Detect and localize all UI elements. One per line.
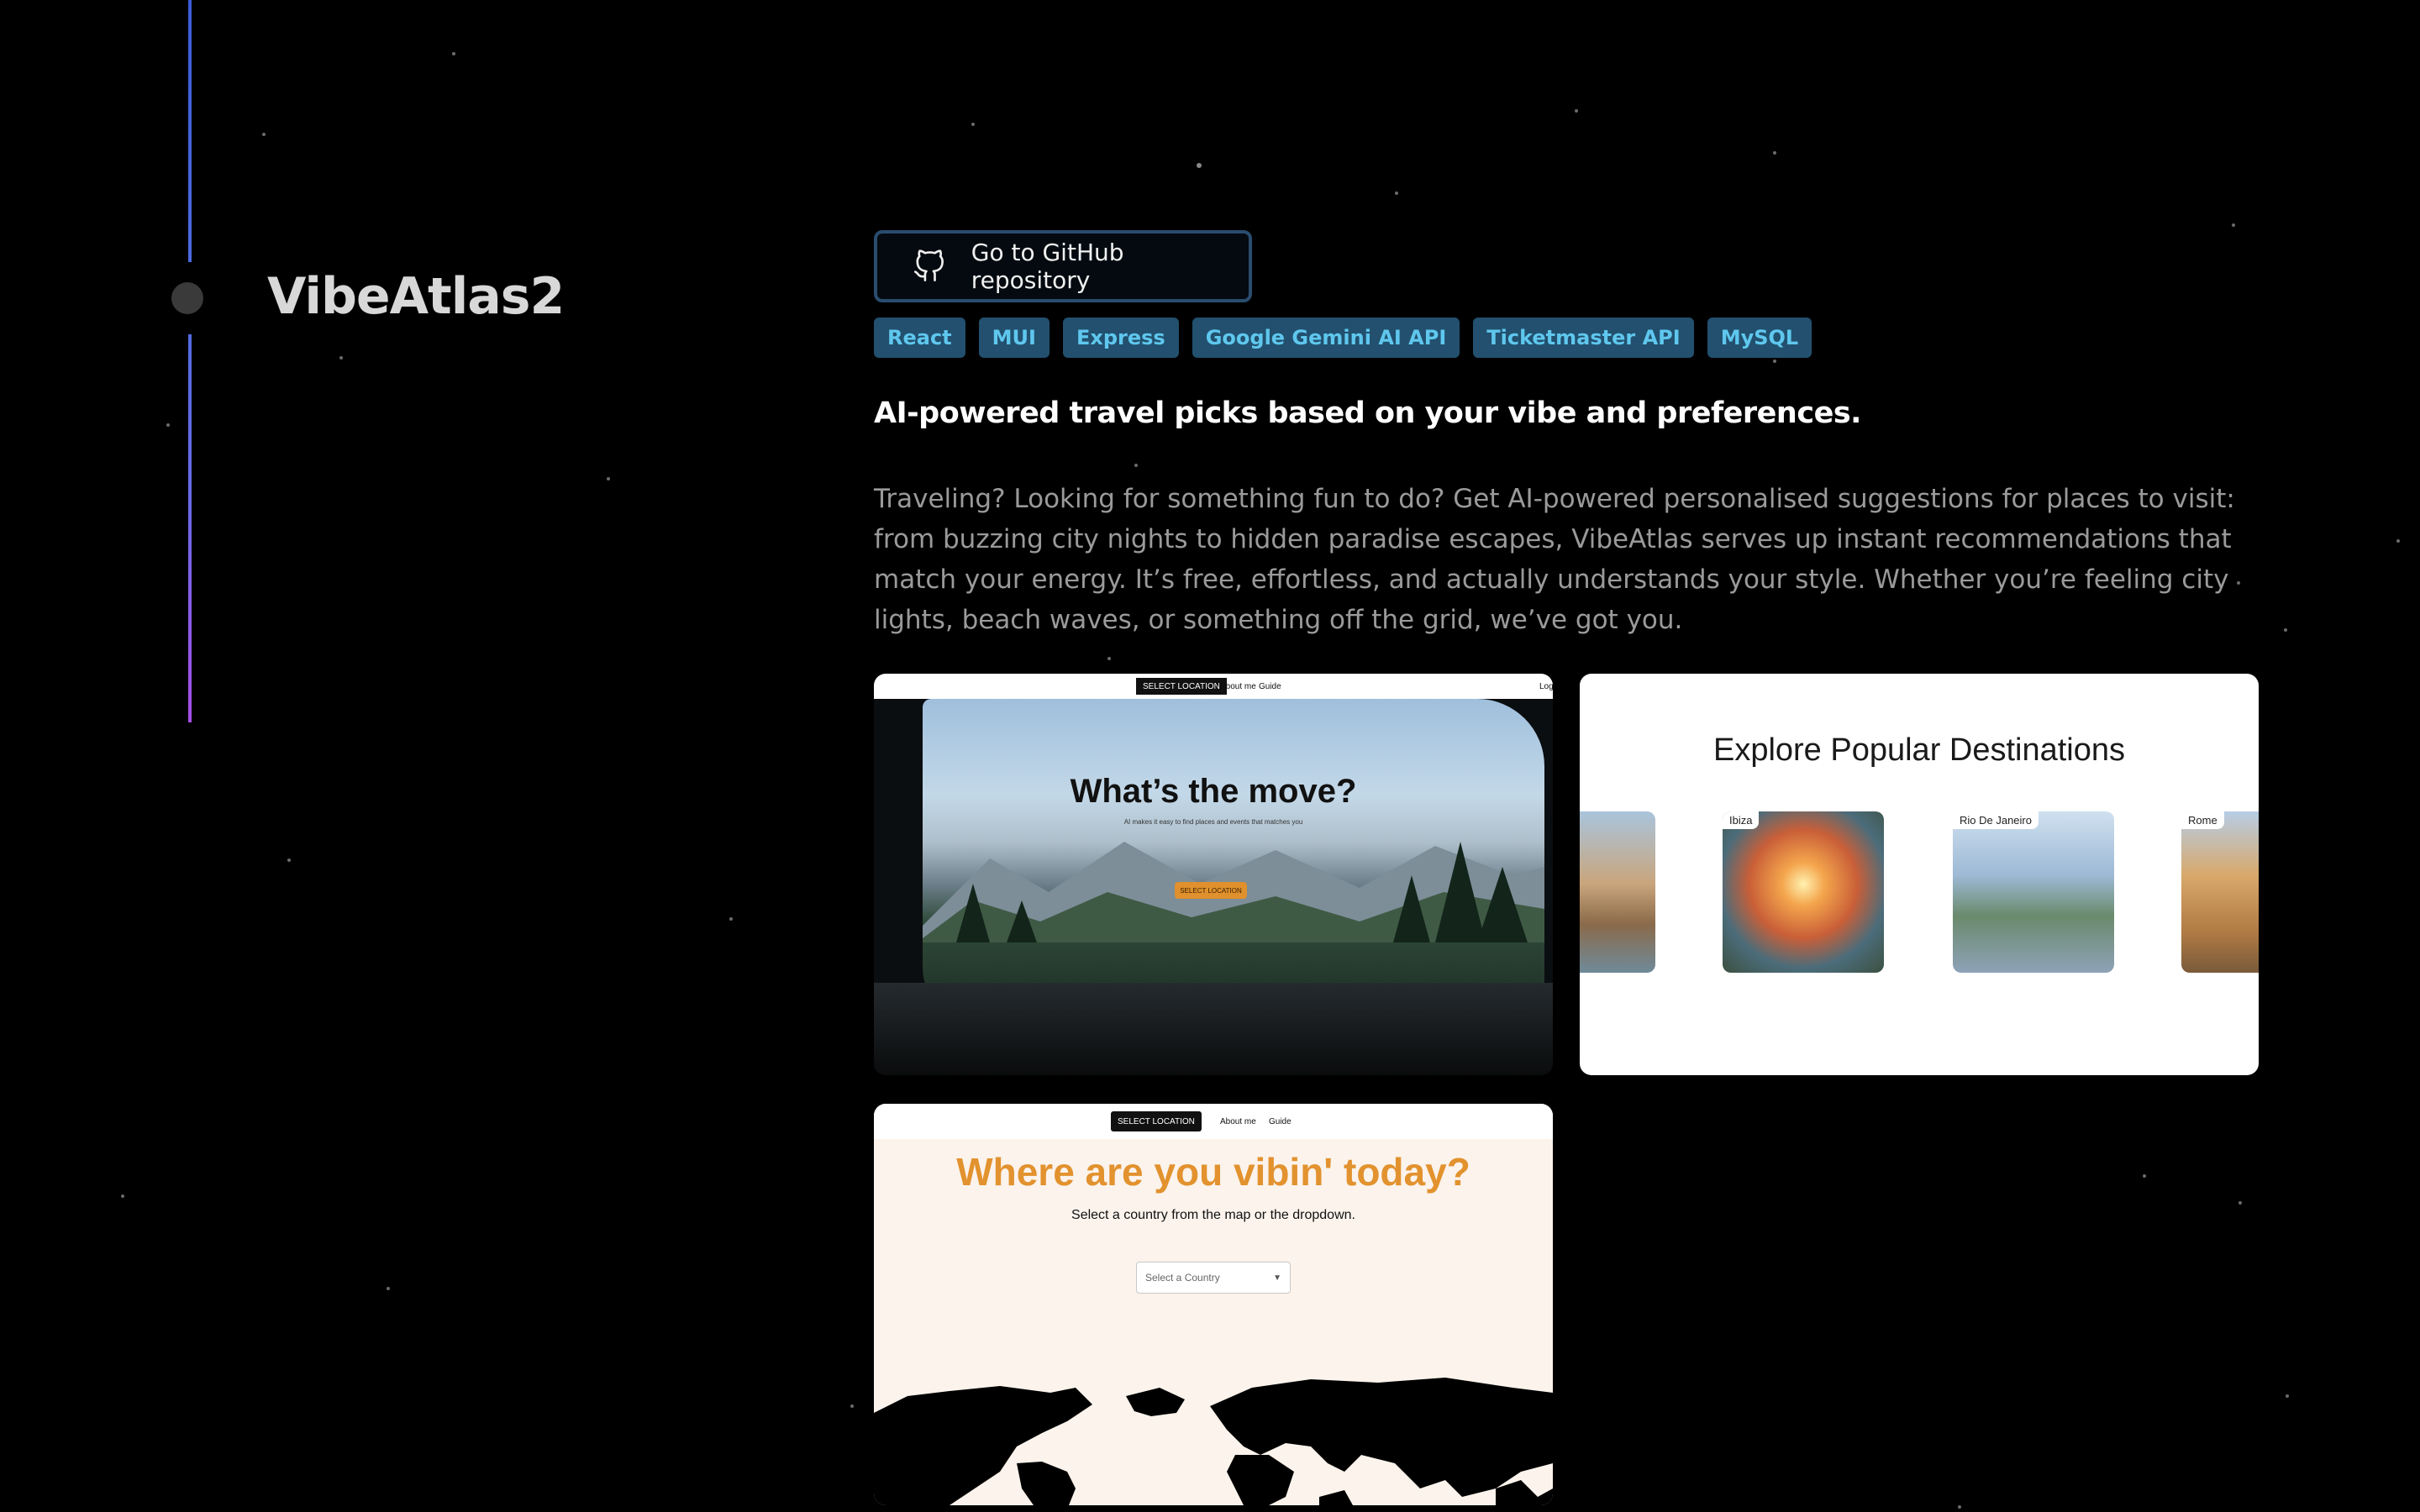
destinations-title: Explore Popular Destinations: [1712, 732, 2126, 768]
vibin-headline: Where are you vibin' today?: [956, 1150, 1470, 1194]
destination-label-rio: Rio De Janeiro: [1953, 811, 2039, 829]
tag-ticketmaster: Ticketmaster API: [1473, 318, 1694, 358]
country-select: Select a Country ▼: [1136, 1262, 1291, 1294]
country-select-placeholder: Select a Country: [1145, 1272, 1220, 1284]
github-icon: [913, 249, 944, 281]
screenshot-destinations[interactable]: Explore Popular Destinations Ibiza Rio D…: [1580, 674, 2259, 1075]
project-description: Traveling? Looking for something fun to …: [874, 484, 2235, 635]
destination-label-rome: Rome: [2181, 811, 2224, 829]
portfolio-page: VibeAtlas2 Go to GitHub repository React…: [0, 0, 2420, 1512]
landing-subtitle: AI makes it easy to find places and even…: [1123, 818, 1303, 826]
project-title: VibeAtlas2: [267, 267, 565, 326]
mini-nav-guide: Guide: [1259, 681, 1281, 691]
timeline-dot: [171, 282, 203, 314]
tag-gemini: Google Gemini AI API: [1192, 318, 1460, 358]
vibin-subtitle: Select a country from the map or the dro…: [1071, 1208, 1355, 1222]
mini-nav-login: Logi: [1539, 681, 1553, 691]
timeline-line: [188, 0, 192, 722]
mini-nav2-guide: Guide: [1269, 1116, 1292, 1126]
github-button-label: Go to GitHub repository: [971, 239, 1124, 294]
tag-express: Express: [1062, 318, 1179, 358]
destination-card-amsterdam: [1580, 811, 1655, 973]
tag-mui: MUI: [978, 318, 1050, 358]
tag-mysql: MySQL: [1707, 318, 1812, 358]
github-repository-button[interactable]: Go to GitHub repository: [874, 230, 1252, 302]
tech-tags: React MUI Express Google Gemini AI API T…: [874, 318, 1812, 358]
destination-card-rome: Rome: [2181, 811, 2259, 973]
screenshot-landing[interactable]: SELECT LOCATION About me Guide Logi What…: [874, 674, 1553, 1075]
mini-nav2-select-location: SELECT LOCATION: [1111, 1111, 1202, 1131]
project-tagline: AI-powered travel picks based on your vi…: [874, 396, 1861, 430]
tag-react: React: [874, 318, 965, 358]
destination-label-ibiza: Ibiza: [1723, 811, 1760, 829]
landing-headline: What’s the move?: [1070, 773, 1357, 810]
car-window-view: [923, 699, 1544, 1018]
destination-card-ibiza: Ibiza: [1723, 811, 1884, 973]
chevron-down-icon: ▼: [1273, 1273, 1281, 1283]
mini-navbar-2: SELECT LOCATION About me Guide: [874, 1104, 1553, 1139]
world-map: [874, 1378, 1553, 1505]
screenshot-select-country[interactable]: SELECT LOCATION About me Guide Where are…: [874, 1104, 1553, 1505]
destination-card-rio: Rio De Janeiro: [1953, 811, 2114, 973]
mini-navbar: SELECT LOCATION About me Guide Logi: [874, 674, 1553, 699]
car-dashboard: [874, 983, 1553, 1075]
landing-cta: SELECT LOCATION: [1175, 882, 1247, 899]
mini-nav2-about: About me: [1220, 1116, 1256, 1126]
